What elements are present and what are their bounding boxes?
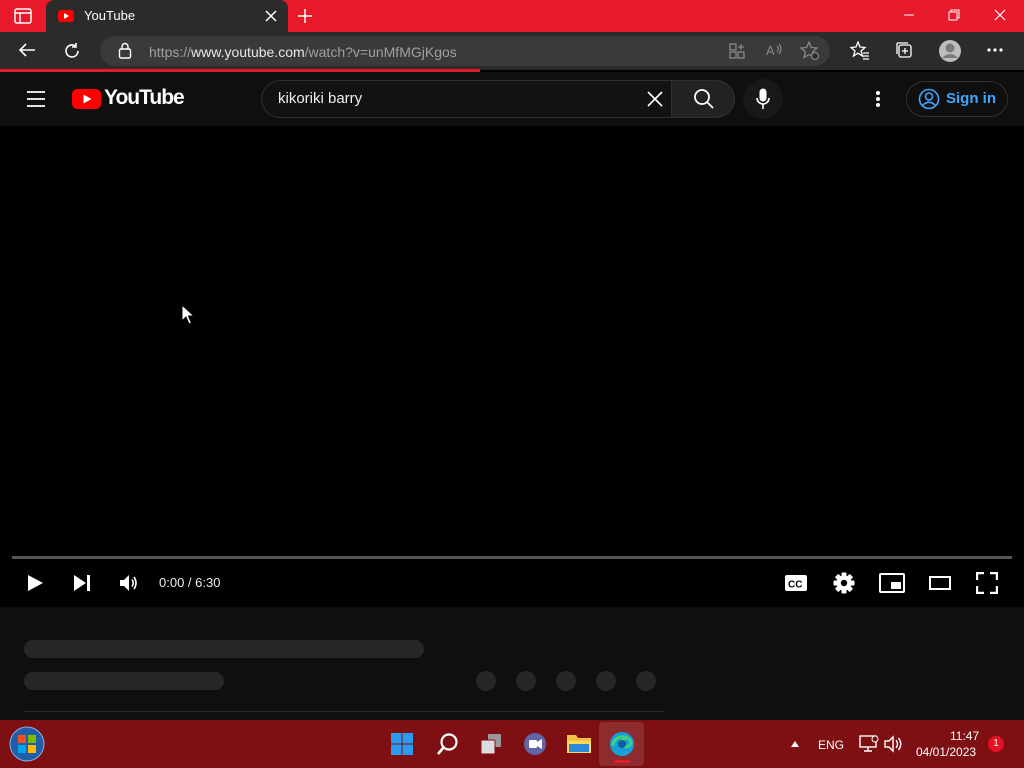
clock-time[interactable]: 11:47 — [950, 729, 979, 743]
video-info-loading — [0, 607, 1024, 720]
fullscreen-icon[interactable] — [976, 572, 998, 594]
more-options-icon[interactable] — [875, 90, 881, 108]
minimize-window-icon[interactable] — [903, 9, 915, 21]
youtube-logo-icon[interactable] — [72, 89, 101, 109]
close-window-icon[interactable] — [994, 9, 1006, 21]
network-icon[interactable] — [859, 735, 879, 753]
search-taskbar-icon[interactable] — [436, 732, 460, 756]
divider — [24, 711, 664, 712]
video-player[interactable] — [0, 126, 1024, 607]
restore-window-icon[interactable] — [948, 9, 960, 21]
browser-tab-youtube[interactable] — [46, 0, 288, 32]
add-favorite-icon[interactable] — [800, 41, 820, 61]
url-text[interactable]: https://www.youtube.com/watch?v=unMfMGjK… — [149, 44, 457, 60]
refresh-icon[interactable] — [63, 42, 81, 60]
action-skeleton — [476, 671, 496, 691]
edge-running-indicator — [614, 760, 630, 763]
start-orb-icon[interactable] — [9, 726, 45, 762]
title-skeleton — [24, 640, 424, 658]
edge-browser-icon[interactable] — [609, 731, 635, 757]
subtitles-cc-icon[interactable]: CC — [784, 574, 808, 592]
favorites-icon[interactable] — [850, 41, 870, 61]
url-scheme: https:// — [149, 44, 192, 60]
tab-title: YouTube — [84, 8, 136, 23]
search-button[interactable] — [671, 80, 735, 118]
profile-avatar-icon[interactable] — [938, 39, 962, 63]
svg-text:CC: CC — [788, 580, 802, 591]
time-display: 0:00 / 6:30 — [159, 575, 221, 590]
close-tab-icon[interactable] — [265, 10, 277, 22]
clock-date[interactable]: 04/01/2023 — [916, 745, 976, 759]
search-input[interactable]: kikoriki barry — [278, 90, 362, 107]
volume-icon[interactable] — [119, 573, 139, 593]
mouse-cursor-icon — [181, 304, 195, 326]
action-skeleton — [556, 671, 576, 691]
action-skeleton — [516, 671, 536, 691]
url-path: /watch?v=unMfMGjKgos — [304, 44, 457, 60]
settings-more-icon[interactable] — [987, 48, 1003, 52]
back-icon[interactable] — [18, 42, 36, 58]
guide-menu-icon[interactable] — [26, 91, 46, 107]
youtube-favicon-icon — [58, 10, 74, 22]
video-progress-bar[interactable] — [12, 556, 1012, 559]
teams-chat-icon[interactable] — [523, 732, 547, 756]
app-available-icon[interactable] — [729, 43, 745, 59]
play-icon[interactable] — [26, 574, 44, 592]
voice-search-button[interactable] — [743, 79, 783, 119]
language-indicator[interactable]: ENG — [818, 738, 844, 752]
file-explorer-icon[interactable] — [566, 732, 592, 754]
read-aloud-icon[interactable]: A — [765, 42, 783, 58]
action-skeleton — [596, 671, 616, 691]
windows-start-icon[interactable] — [391, 733, 413, 755]
svg-text:A: A — [766, 43, 775, 58]
notification-badge[interactable]: 1 — [988, 736, 1004, 752]
speaker-icon[interactable] — [884, 735, 904, 753]
miniplayer-icon[interactable] — [879, 573, 905, 593]
sign-in-label: Sign in — [946, 90, 996, 107]
theater-mode-icon[interactable] — [929, 576, 951, 590]
new-tab-icon[interactable] — [297, 8, 313, 24]
channel-skeleton — [24, 672, 224, 690]
settings-gear-icon[interactable] — [833, 572, 855, 594]
search-icon — [694, 89, 714, 109]
next-video-icon[interactable] — [73, 574, 91, 592]
url-host: www.youtube.com — [191, 44, 305, 60]
account-icon — [918, 88, 940, 110]
tab-actions-icon[interactable] — [14, 8, 32, 24]
lock-icon[interactable] — [118, 42, 132, 60]
collections-icon[interactable] — [895, 41, 913, 59]
microphone-icon — [756, 88, 770, 109]
youtube-logo-text[interactable]: YouTube — [104, 86, 185, 110]
task-view-icon[interactable] — [479, 732, 503, 756]
clear-search-icon[interactable] — [647, 91, 663, 107]
show-hidden-icons-icon[interactable] — [790, 740, 800, 748]
action-skeleton — [636, 671, 656, 691]
